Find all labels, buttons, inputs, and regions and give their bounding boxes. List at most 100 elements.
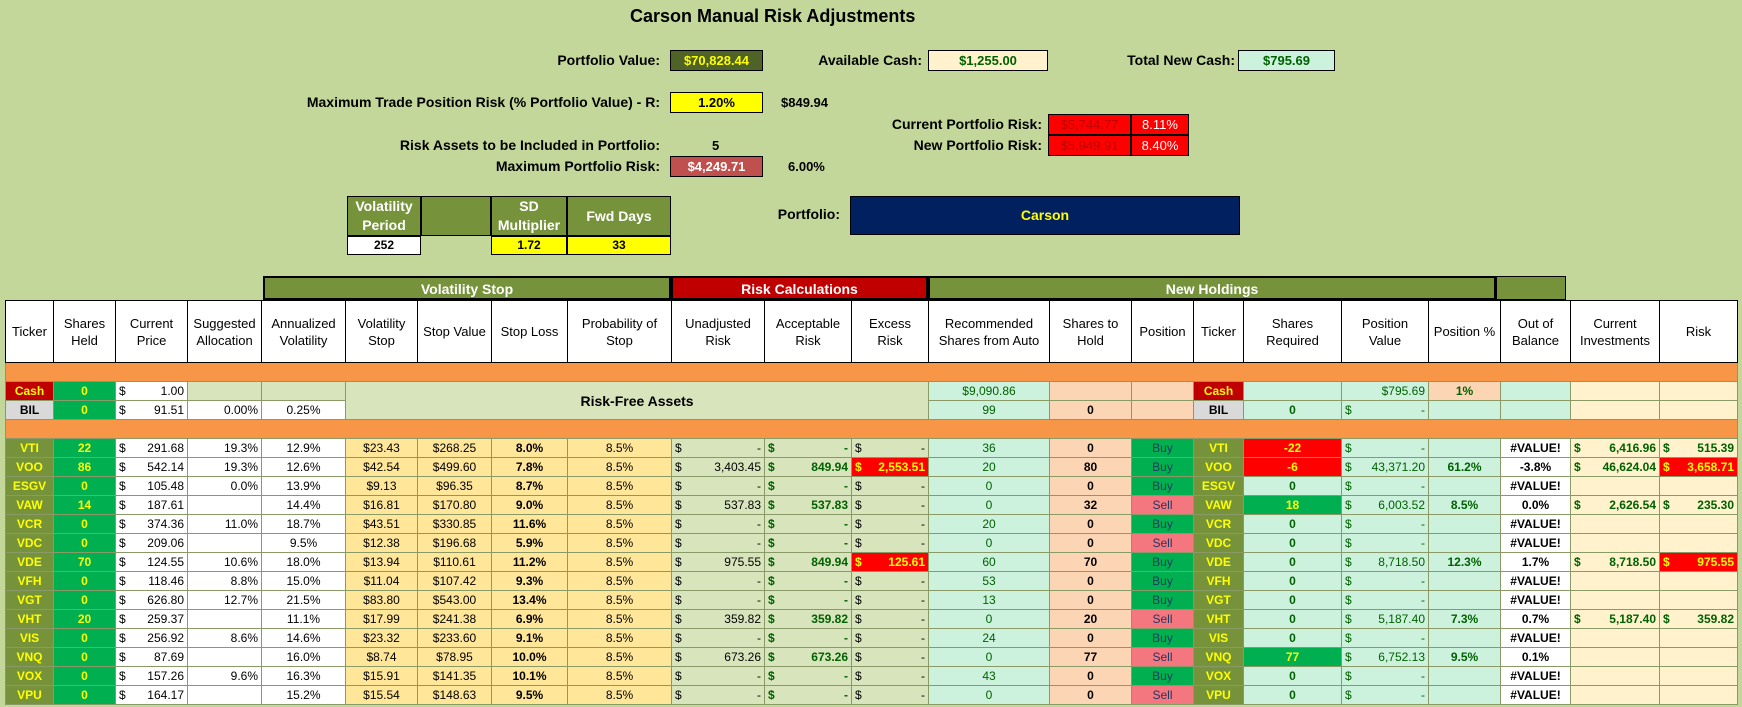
out-of-balance-cell[interactable]: -3.8%: [1500, 457, 1571, 477]
position-pct-cell[interactable]: [1428, 628, 1501, 648]
risk-cell[interactable]: [1659, 476, 1738, 496]
unadjusted-risk-cell[interactable]: $975.55: [671, 552, 765, 572]
out-of-balance-cell[interactable]: #VALUE!: [1500, 438, 1571, 458]
position-buy-cell[interactable]: Buy: [1131, 438, 1194, 458]
stop-value-cell[interactable]: $268.25: [417, 438, 492, 458]
current-price-cell[interactable]: $291.68: [115, 438, 188, 458]
column-header-acceptable-risk[interactable]: Acceptable Risk: [764, 300, 852, 363]
column-header-shares-held[interactable]: Shares Held: [53, 300, 116, 363]
stop-loss-cell[interactable]: 9.1%: [491, 628, 568, 648]
cash-current-investments[interactable]: [1570, 381, 1660, 401]
risk-cell[interactable]: [1659, 533, 1738, 553]
position-pct-cell[interactable]: [1428, 666, 1501, 686]
current-investments-cell[interactable]: $6,416.96: [1570, 438, 1660, 458]
probability-of-stop-cell[interactable]: 8.5%: [567, 685, 672, 705]
current-price-cell[interactable]: $87.69: [115, 647, 188, 667]
cash-position-pct[interactable]: 1%: [1428, 381, 1501, 401]
risk-cell[interactable]: $235.30: [1659, 495, 1738, 515]
suggested-allocation-cell[interactable]: 11.0%: [187, 514, 262, 534]
shares-held-cell[interactable]: 0: [53, 514, 116, 534]
excess-risk-cell[interactable]: $ -: [851, 514, 929, 534]
stop-loss-cell[interactable]: 9.0%: [491, 495, 568, 515]
excess-risk-cell[interactable]: $ -: [851, 495, 929, 515]
stop-loss-cell[interactable]: 11.6%: [491, 514, 568, 534]
excess-risk-cell[interactable]: $2,553.51: [851, 457, 929, 477]
stop-loss-cell[interactable]: 9.3%: [491, 571, 568, 591]
shares-required-cell[interactable]: 0: [1243, 590, 1342, 610]
shares-held-cell[interactable]: 0: [53, 571, 116, 591]
position-value-cell[interactable]: $ -: [1341, 514, 1429, 534]
unadjusted-risk-cell[interactable]: $ -: [671, 438, 765, 458]
ticker-cell[interactable]: VPU: [5, 685, 54, 705]
risk-cell[interactable]: $3,658.71: [1659, 457, 1738, 477]
stop-value-cell[interactable]: $241.38: [417, 609, 492, 629]
ticker-2-cell[interactable]: VCR: [1193, 514, 1244, 534]
volatility-stop-cell[interactable]: $15.91: [345, 666, 418, 686]
cash-recommended[interactable]: $9,090.86: [928, 381, 1050, 401]
current-price-cell[interactable]: $164.17: [115, 685, 188, 705]
unadjusted-risk-cell[interactable]: $ -: [671, 476, 765, 496]
position-sell-cell[interactable]: Sell: [1131, 533, 1194, 553]
bil-shares[interactable]: 0: [53, 400, 116, 420]
suggested-allocation-cell[interactable]: [187, 685, 262, 705]
position-pct-cell[interactable]: 61.2%: [1428, 457, 1501, 477]
position-sell-cell[interactable]: Sell: [1131, 609, 1194, 629]
stop-loss-cell[interactable]: 9.5%: [491, 685, 568, 705]
position-buy-cell[interactable]: Buy: [1131, 666, 1194, 686]
column-header-volatility-stop[interactable]: Volatility Stop: [345, 300, 418, 363]
recommended-shares-cell[interactable]: 0: [928, 609, 1050, 629]
annualized-volatility-cell[interactable]: 12.9%: [261, 438, 346, 458]
acceptable-risk-cell[interactable]: $ -: [764, 438, 852, 458]
shares-to-hold-cell[interactable]: 32: [1049, 495, 1132, 515]
bil-position[interactable]: [1131, 400, 1194, 420]
out-of-balance-cell[interactable]: 0.0%: [1500, 495, 1571, 515]
ticker-2-cell[interactable]: VOX: [1193, 666, 1244, 686]
position-sell-cell[interactable]: Sell: [1131, 647, 1194, 667]
recommended-shares-cell[interactable]: 20: [928, 514, 1050, 534]
probability-of-stop-cell[interactable]: 8.5%: [567, 495, 672, 515]
cash-risk[interactable]: [1659, 381, 1738, 401]
shares-held-cell[interactable]: 0: [53, 685, 116, 705]
risk-cell[interactable]: $515.39: [1659, 438, 1738, 458]
current-price-cell[interactable]: $626.80: [115, 590, 188, 610]
column-header-probability-of-stop[interactable]: Probability of Stop: [567, 300, 672, 363]
stop-value-cell[interactable]: $78.95: [417, 647, 492, 667]
suggested-allocation-cell[interactable]: [187, 609, 262, 629]
column-header-out-of-balance[interactable]: Out of Balance: [1500, 300, 1571, 363]
ticker-cell[interactable]: VCR: [5, 514, 54, 534]
current-investments-cell[interactable]: [1570, 533, 1660, 553]
excess-risk-cell[interactable]: $ -: [851, 533, 929, 553]
portfolio-value-cell[interactable]: $70,828.44: [670, 50, 763, 71]
unadjusted-risk-cell[interactable]: $ -: [671, 666, 765, 686]
column-header-position[interactable]: Position: [1131, 300, 1194, 363]
excess-risk-cell[interactable]: $ -: [851, 685, 929, 705]
ticker-2-cell[interactable]: VDE: [1193, 552, 1244, 572]
cash-position-value[interactable]: $795.69: [1341, 381, 1429, 401]
shares-held-cell[interactable]: 14: [53, 495, 116, 515]
total-new-cash-cell[interactable]: $795.69: [1238, 50, 1335, 71]
volatility-stop-cell[interactable]: $13.94: [345, 552, 418, 572]
risk-cell[interactable]: [1659, 628, 1738, 648]
bil-price[interactable]: $91.51: [115, 400, 188, 420]
position-pct-cell[interactable]: 12.3%: [1428, 552, 1501, 572]
volatility-stop-cell[interactable]: $43.51: [345, 514, 418, 534]
volatility-stop-cell[interactable]: $17.99: [345, 609, 418, 629]
excess-risk-cell[interactable]: $ -: [851, 571, 929, 591]
new-risk-pct-cell[interactable]: 8.40%: [1131, 135, 1189, 156]
current-investments-cell[interactable]: [1570, 666, 1660, 686]
current-investments-cell[interactable]: [1570, 571, 1660, 591]
stop-value-cell[interactable]: $170.80: [417, 495, 492, 515]
column-header-shares-to-hold[interactable]: Shares to Hold: [1049, 300, 1132, 363]
suggested-allocation-cell[interactable]: 19.3%: [187, 457, 262, 477]
column-header-position-[interactable]: Position %: [1428, 300, 1501, 363]
annualized-volatility-cell[interactable]: 9.5%: [261, 533, 346, 553]
ticker-2-cell[interactable]: VPU: [1193, 685, 1244, 705]
ticker-2-cell[interactable]: VFH: [1193, 571, 1244, 591]
recommended-shares-cell[interactable]: 0: [928, 685, 1050, 705]
shares-held-cell[interactable]: 0: [53, 590, 116, 610]
current-price-cell[interactable]: $157.26: [115, 666, 188, 686]
bil-risk[interactable]: [1659, 400, 1738, 420]
unadjusted-risk-cell[interactable]: $ -: [671, 571, 765, 591]
position-buy-cell[interactable]: Buy: [1131, 552, 1194, 572]
excess-risk-cell[interactable]: $125.61: [851, 552, 929, 572]
